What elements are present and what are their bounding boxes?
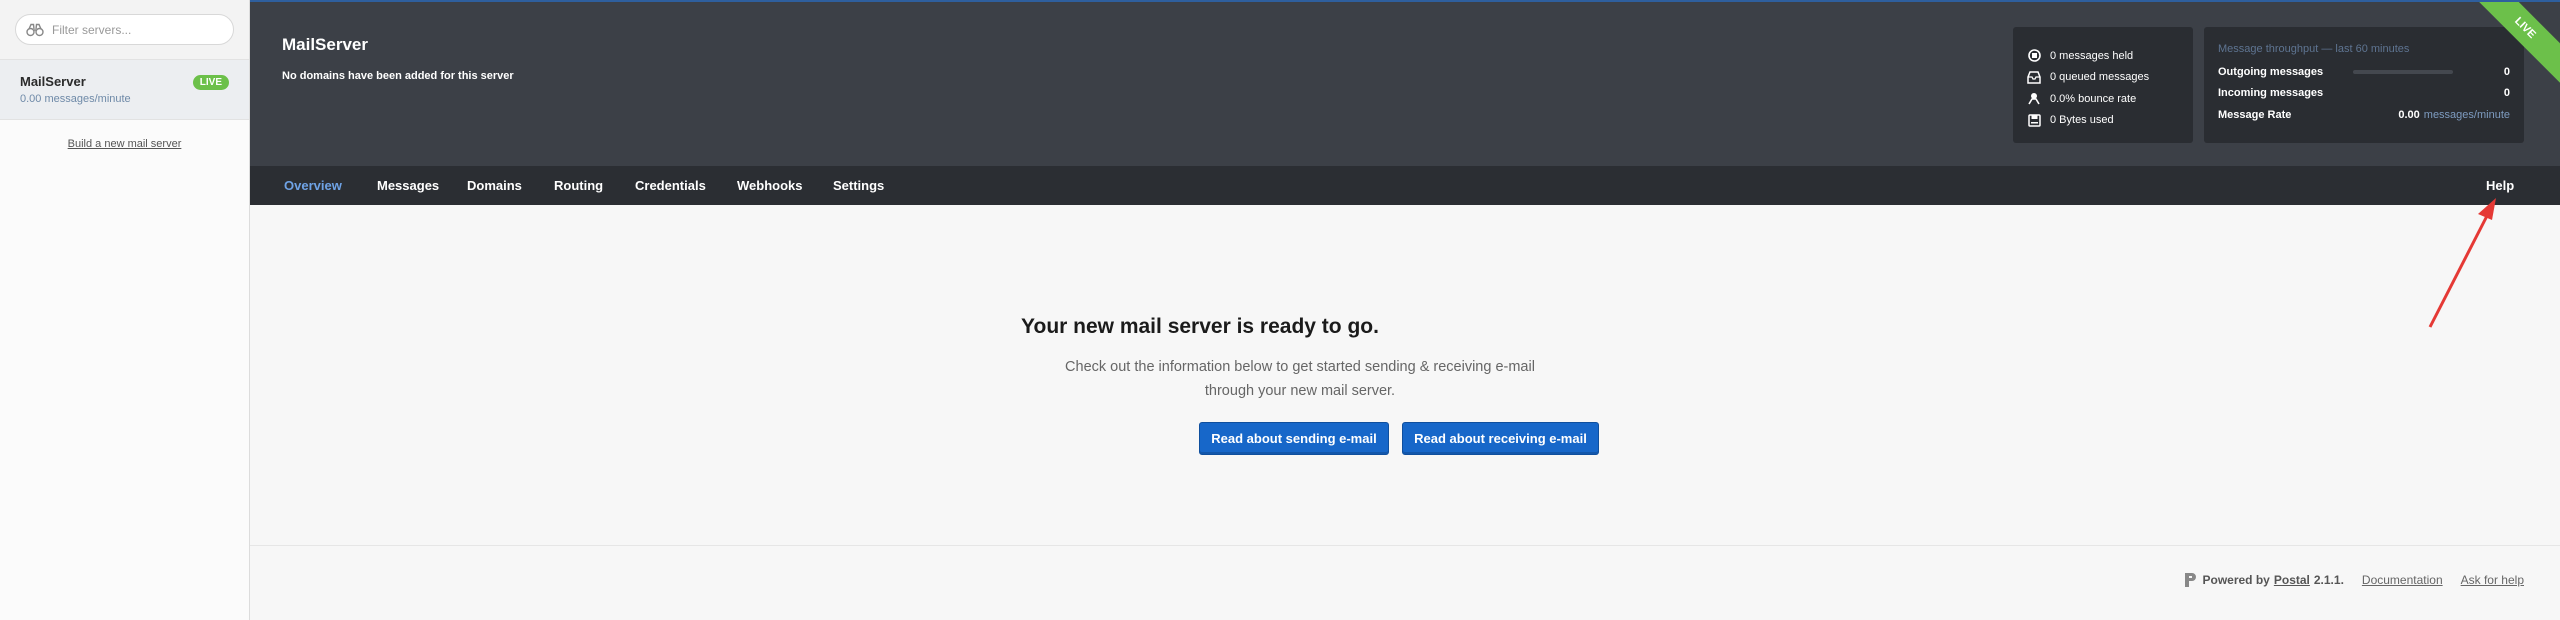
tab-routing[interactable]: Routing — [554, 166, 603, 205]
filter-wrap — [0, 0, 249, 60]
server-header: MailServer No domains have been added fo… — [250, 0, 2560, 166]
tab-overview[interactable]: Overview — [284, 166, 342, 205]
filter-servers-input[interactable] — [52, 22, 232, 37]
stat-queued-messages: 0 queued messages — [2027, 67, 2193, 89]
documentation-link[interactable]: Documentation — [2362, 573, 2443, 587]
tab-credentials[interactable]: Credentials — [635, 166, 706, 205]
held-icon — [2027, 49, 2041, 63]
stat-text: 0 queued messages — [2050, 71, 2150, 84]
incoming-label: Incoming messages — [2218, 87, 2324, 100]
stat-messages-held: 0 messages held — [2027, 45, 2193, 67]
read-receiving-button[interactable]: Read about receiving e-mail — [1402, 422, 1599, 455]
build-new-server-link[interactable]: Build a new mail server — [0, 138, 249, 150]
welcome-heading: Your new mail server is ready to go. — [1021, 315, 1379, 338]
live-badge: LIVE — [192, 75, 229, 90]
outgoing-bar — [2353, 69, 2453, 74]
welcome-text: Check out the information below to get s… — [1065, 359, 1535, 399]
throughput-panel: Message throughput — last 60 minutes Out… — [2204, 27, 2524, 143]
outgoing-value: 0 — [2503, 65, 2510, 78]
rate-label: Message Rate — [2218, 108, 2292, 121]
read-sending-button[interactable]: Read about sending e-mail — [1199, 422, 1389, 455]
footer: Powered by Postal 2.1.1. Documentation A… — [250, 545, 2560, 620]
server-nav: Overview Messages Domains Routing Creden… — [250, 166, 2560, 205]
version-text: 2.1.1. — [2313, 573, 2344, 587]
server-subtitle: No domains have been added for this serv… — [282, 70, 514, 82]
page-title: MailServer — [282, 35, 368, 54]
tab-domains[interactable]: Domains — [467, 166, 522, 205]
queue-icon — [2027, 70, 2041, 84]
footer-links: Powered by Postal 2.1.1. Documentation A… — [2183, 572, 2524, 588]
stat-bytes-used: 0 Bytes used — [2027, 110, 2193, 132]
tab-help[interactable]: Help — [2486, 166, 2514, 205]
rate-value: 0.00 — [2398, 108, 2420, 121]
main-content: Your new mail server is ready to go. Che… — [250, 205, 2560, 545]
bounce-icon — [2027, 92, 2041, 106]
server-stats: 0 messages held 0 queued messages 0.0% b… — [2013, 27, 2193, 143]
incoming-value: 0 — [2503, 87, 2510, 100]
binoculars-icon — [26, 23, 44, 36]
rate-unit: messages/minute — [2423, 108, 2510, 121]
powered-by-text: Powered by — [2202, 573, 2270, 587]
incoming-row: Incoming messages 0 — [2218, 83, 2510, 105]
storage-icon — [2027, 113, 2041, 127]
stat-text: 0 messages held — [2050, 49, 2134, 62]
tab-webhooks[interactable]: Webhooks — [737, 166, 803, 205]
stat-text: 0 Bytes used — [2050, 114, 2114, 127]
sidebar: MailServer 0.00 messages/minute LIVE Bui… — [0, 0, 250, 620]
server-list-item[interactable]: MailServer 0.00 messages/minute LIVE — [0, 60, 249, 120]
rate-row: Message Rate 0.00 messages/minute — [2218, 104, 2510, 126]
postal-logo-icon — [2183, 572, 2197, 588]
stat-text: 0.0% bounce rate — [2050, 92, 2137, 105]
filter-box[interactable] — [15, 14, 234, 45]
ask-for-help-link[interactable]: Ask for help — [2461, 573, 2524, 587]
server-rate: 0.00 messages/minute — [20, 93, 131, 105]
outgoing-label: Outgoing messages — [2218, 65, 2324, 78]
postal-link[interactable]: Postal — [2274, 573, 2310, 587]
throughput-title: Message throughput — last 60 minutes — [2218, 43, 2410, 55]
tab-settings[interactable]: Settings — [833, 166, 884, 205]
stat-bounce-rate: 0.0% bounce rate — [2027, 88, 2193, 110]
outgoing-row: Outgoing messages 0 — [2218, 61, 2510, 83]
tab-messages[interactable]: Messages — [377, 166, 439, 205]
